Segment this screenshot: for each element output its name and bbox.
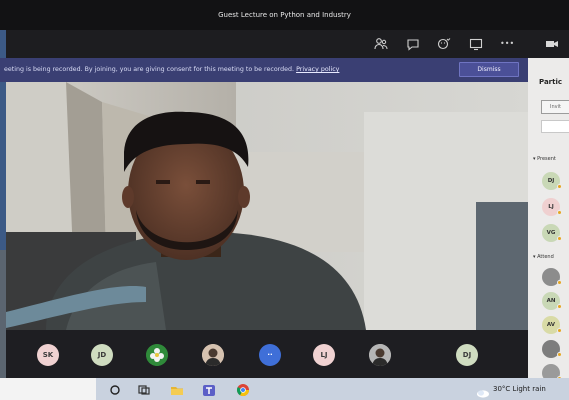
recording-notice: eeting is being recorded. By joining, yo… bbox=[4, 66, 339, 73]
taskbar-start-area bbox=[0, 378, 96, 400]
teams-app-icon[interactable] bbox=[202, 382, 216, 396]
gallery-photo-avatar[interactable] bbox=[146, 344, 168, 366]
presenters-section-header[interactable]: ▾ Present bbox=[533, 156, 556, 162]
participants-panel-title: Partic bbox=[539, 78, 563, 86]
recording-consent-banner: eeting is being recorded. By joining, yo… bbox=[0, 58, 528, 82]
speaker-video-feed bbox=[6, 82, 528, 330]
search-circle-icon[interactable] bbox=[108, 382, 122, 396]
privacy-policy-link[interactable]: Privacy policy bbox=[296, 66, 339, 73]
speaker-video-image bbox=[6, 82, 528, 330]
meeting-toolbar: ••• bbox=[0, 30, 569, 58]
gallery-avatar[interactable]: LJ bbox=[313, 344, 335, 366]
chrome-browser-icon[interactable] bbox=[236, 382, 250, 397]
presence-status-dot bbox=[557, 210, 562, 215]
gallery-photo-avatar[interactable] bbox=[369, 344, 391, 366]
gallery-photo-avatar[interactable] bbox=[202, 344, 224, 366]
dismiss-button[interactable]: Dismiss bbox=[459, 62, 519, 77]
presence-status-dot bbox=[557, 352, 562, 357]
teams-meeting-window: Guest Lecture on Python and Industry •••… bbox=[0, 0, 569, 400]
presence-status-dot bbox=[557, 304, 562, 309]
reactions-icon[interactable] bbox=[437, 37, 451, 51]
share-tray-icon[interactable] bbox=[469, 37, 483, 51]
participants-panel: Partic Invit ▾ Present ▾ Attend DJ LJ VG AN… bbox=[528, 58, 569, 382]
task-view-icon[interactable] bbox=[137, 382, 151, 396]
file-explorer-icon[interactable] bbox=[170, 382, 184, 396]
invite-people-input[interactable]: Invit bbox=[541, 100, 569, 114]
weather-rain-icon bbox=[476, 384, 490, 398]
presence-status-dot bbox=[557, 236, 562, 241]
title-bar: Guest Lecture on Python and Industry bbox=[0, 0, 569, 30]
gallery-avatar[interactable]: DJ bbox=[456, 344, 478, 366]
weather-readout: 30°C Light rain bbox=[493, 385, 546, 393]
participant-gallery-strip: SK JD ·· LJ DJ bbox=[6, 330, 528, 378]
meeting-title: Guest Lecture on Python and Industry bbox=[218, 11, 351, 19]
gallery-avatar[interactable]: JD bbox=[91, 344, 113, 366]
camera-icon[interactable] bbox=[545, 37, 559, 51]
attendees-section-header[interactable]: ▾ Attend bbox=[533, 254, 554, 260]
participants-search-input[interactable] bbox=[541, 120, 569, 133]
participants-icon[interactable] bbox=[374, 37, 388, 51]
presence-status-dot bbox=[557, 280, 562, 285]
more-options-icon[interactable]: ••• bbox=[500, 37, 514, 51]
chat-icon[interactable] bbox=[406, 37, 420, 51]
gallery-avatar[interactable]: ·· bbox=[259, 344, 281, 366]
gallery-avatar[interactable]: SK bbox=[37, 344, 59, 366]
presence-status-dot bbox=[557, 328, 562, 333]
recording-notice-text: eeting is being recorded. By joining, yo… bbox=[4, 66, 295, 73]
presence-status-dot bbox=[557, 184, 562, 189]
